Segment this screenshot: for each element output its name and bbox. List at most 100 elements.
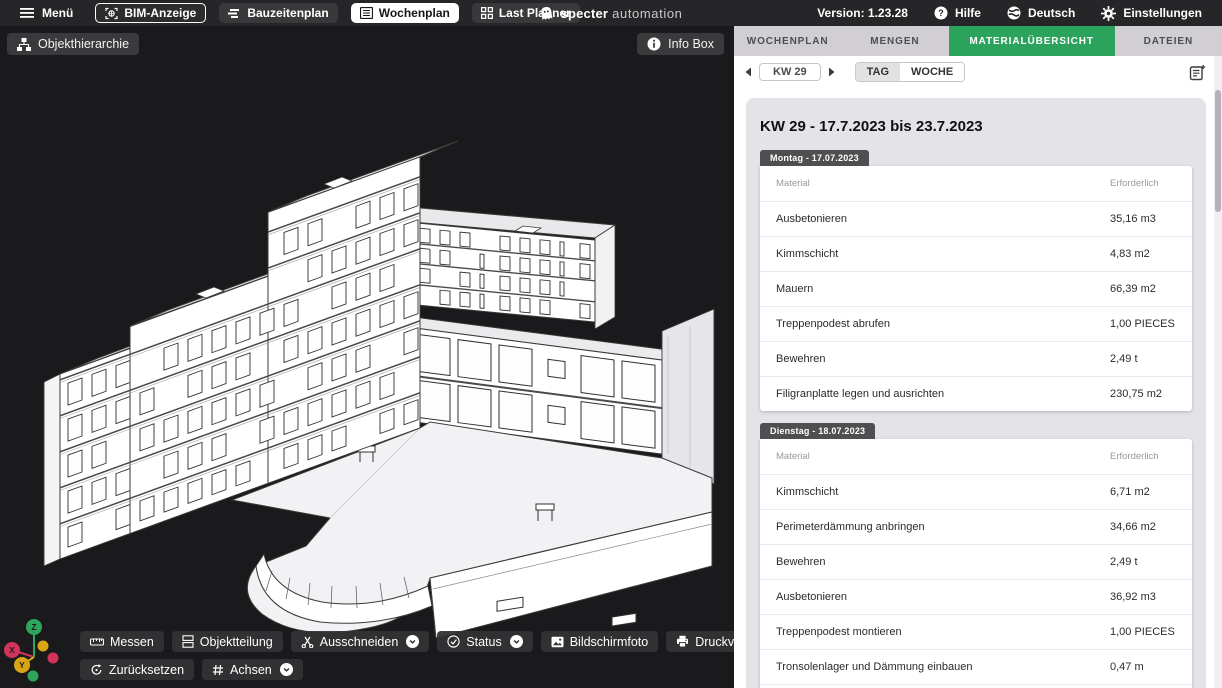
- table-row: Perimeterdämmung anbringen34,66 m2: [760, 509, 1192, 544]
- required-cell: 0,47 m: [1110, 661, 1176, 673]
- axis-z-label: Z: [31, 622, 36, 632]
- week-card: KW 29 - 17.7.2023 bis 23.7.2023 Montag -…: [746, 98, 1206, 688]
- button-label: Status: [466, 635, 501, 649]
- material-cell: Ausbetonieren: [776, 213, 1110, 225]
- help-label: Hilfe: [955, 6, 981, 20]
- table-row: Ausbetonieren35,16 m3: [760, 201, 1192, 236]
- button-label: Bildschirmfoto: [570, 635, 649, 649]
- material-cell: Tronsolenlager und Dämmung einbauen: [776, 661, 1110, 673]
- help-button[interactable]: ? Hilfe: [934, 6, 981, 20]
- required-cell: 1,00 PIECES: [1110, 626, 1176, 638]
- bim-cube-icon: [105, 7, 118, 20]
- nav-label: Wochenplan: [379, 6, 450, 20]
- add-report-icon[interactable]: [1189, 64, 1206, 81]
- required-cell: 36,92 m3: [1110, 591, 1176, 603]
- bim-3d-viewport[interactable]: Objekthierarchie Info Box Messen: [0, 26, 734, 688]
- axis-y-label: Y: [19, 660, 25, 670]
- nav-bauzeitenplan[interactable]: Bauzeitenplan: [219, 3, 337, 23]
- panel-tabs: WOCHENPLAN MENGEN MATERIALÜBERSICHT DATE…: [734, 26, 1222, 56]
- status-button[interactable]: Status: [437, 631, 532, 652]
- status-dropdown[interactable]: [510, 635, 523, 648]
- grid-icon: [481, 7, 493, 19]
- chevron-down-icon: [512, 637, 521, 646]
- table-header-row: MaterialErforderlich: [760, 166, 1192, 201]
- brand-bold: specter: [561, 6, 609, 21]
- material-overview-content: KW 29 - 17.7.2023 bis 23.7.2023 Montag -…: [734, 88, 1222, 688]
- tab-materialuebersicht[interactable]: MATERIALÜBERSICHT: [949, 26, 1115, 56]
- table-row: Filigranplatte legen und ausrichten230,7…: [760, 376, 1192, 411]
- material-cell: Treppenpodest montieren: [776, 626, 1110, 638]
- tab-mengen[interactable]: MENGEN: [841, 26, 948, 56]
- viewport-toolbar: Messen Objektteilung Ausschneiden: [80, 631, 734, 680]
- week-selector[interactable]: KW 29: [759, 63, 821, 81]
- object-hierarchy-button[interactable]: Objekthierarchie: [7, 33, 139, 55]
- reset-view-button[interactable]: Zurücksetzen: [80, 659, 194, 680]
- chevron-down-icon: [282, 665, 291, 674]
- required-cell: 4,83 m2: [1110, 248, 1176, 260]
- axes-button[interactable]: Achsen: [202, 659, 303, 680]
- nav-bim-anzeige[interactable]: BIM-Anzeige: [95, 3, 206, 23]
- material-cell: Mauern: [776, 283, 1110, 295]
- required-cell: 1,00 PIECES: [1110, 318, 1176, 330]
- axis-gizmo[interactable]: Z X Y: [2, 614, 68, 686]
- required-cell: 2,49 t: [1110, 556, 1176, 568]
- days-container: Montag - 17.07.2023MaterialErforderlichA…: [746, 148, 1206, 688]
- printer-icon: [676, 635, 689, 648]
- button-label: Objektteilung: [200, 635, 273, 649]
- prev-week-arrow[interactable]: [744, 67, 752, 77]
- table-row: Treppenpodest abrufen1,00 PIECES: [760, 306, 1192, 341]
- object-split-button[interactable]: Objektteilung: [172, 631, 283, 652]
- table-row: Kimmschicht6,71 m2: [760, 474, 1192, 509]
- table-row: Treppenpodest montieren1,00 PIECES: [760, 614, 1192, 649]
- scissors-icon: [301, 635, 314, 648]
- hierarchy-icon: [17, 38, 31, 51]
- language-button[interactable]: Deutsch: [1007, 6, 1075, 20]
- material-table: MaterialErforderlichKimmschicht6,71 m2Pe…: [760, 439, 1192, 688]
- material-cell: Perimeterdämmung anbringen: [776, 521, 1110, 533]
- reset-icon: [90, 663, 103, 676]
- ghost-icon: [540, 6, 554, 21]
- table-row: Kimmschicht4,83 m2: [760, 236, 1192, 271]
- material-cell: Kimmschicht: [776, 248, 1110, 260]
- next-week-arrow[interactable]: [828, 67, 836, 77]
- toggle-week[interactable]: WOCHE: [900, 63, 964, 81]
- required-cell: 6,71 m2: [1110, 486, 1176, 498]
- axis-neg-z-handle[interactable]: [28, 671, 39, 682]
- tab-dateien[interactable]: DATEIEN: [1115, 26, 1222, 56]
- day-section: Montag - 17.07.2023MaterialErforderlichA…: [760, 148, 1192, 411]
- screenshot-button[interactable]: Bildschirmfoto: [541, 631, 659, 652]
- toggle-day[interactable]: TAG: [856, 63, 900, 81]
- menu-button[interactable]: Menü: [20, 6, 73, 20]
- settings-button[interactable]: Einstellungen: [1101, 6, 1202, 21]
- table-row: Filigranplatte legen und ausrichten230,7…: [760, 684, 1192, 688]
- measure-button[interactable]: Messen: [80, 631, 164, 652]
- axis-neg-x-handle[interactable]: [48, 653, 59, 664]
- tab-wochenplan[interactable]: WOCHENPLAN: [734, 26, 841, 56]
- bim-model-3d[interactable]: [0, 26, 734, 688]
- version-label: Version: 1.23.28: [817, 6, 908, 20]
- gantt-icon: [228, 8, 241, 19]
- brand-light: automation: [612, 6, 682, 21]
- material-cell: Bewehren: [776, 353, 1110, 365]
- object-split-icon: [182, 635, 194, 648]
- button-label: Achsen: [230, 663, 272, 677]
- cut-dropdown[interactable]: [406, 635, 419, 648]
- day-badge: Montag - 17.07.2023: [760, 150, 869, 166]
- button-label: Zurücksetzen: [109, 663, 184, 677]
- table-row: Bewehren2,49 t: [760, 341, 1192, 376]
- button-label: Ausschneiden: [320, 635, 399, 649]
- panel-scrollbar[interactable]: [1214, 56, 1222, 688]
- gear-icon: [1101, 6, 1116, 21]
- cut-button[interactable]: Ausschneiden: [291, 631, 430, 652]
- scrollbar-thumb[interactable]: [1215, 90, 1221, 212]
- axis-neg-y-handle[interactable]: [38, 641, 49, 652]
- axes-dropdown[interactable]: [280, 663, 293, 676]
- hamburger-icon: [20, 8, 34, 18]
- info-box-button[interactable]: Info Box: [637, 33, 724, 55]
- settings-label: Einstellungen: [1123, 6, 1202, 20]
- brand-logo: specter automation: [540, 6, 683, 21]
- nav-wochenplan[interactable]: Wochenplan: [351, 3, 459, 23]
- material-cell: Ausbetonieren: [776, 591, 1110, 603]
- print-preview-button[interactable]: Druckvorschau: [666, 631, 734, 652]
- material-cell: Kimmschicht: [776, 486, 1110, 498]
